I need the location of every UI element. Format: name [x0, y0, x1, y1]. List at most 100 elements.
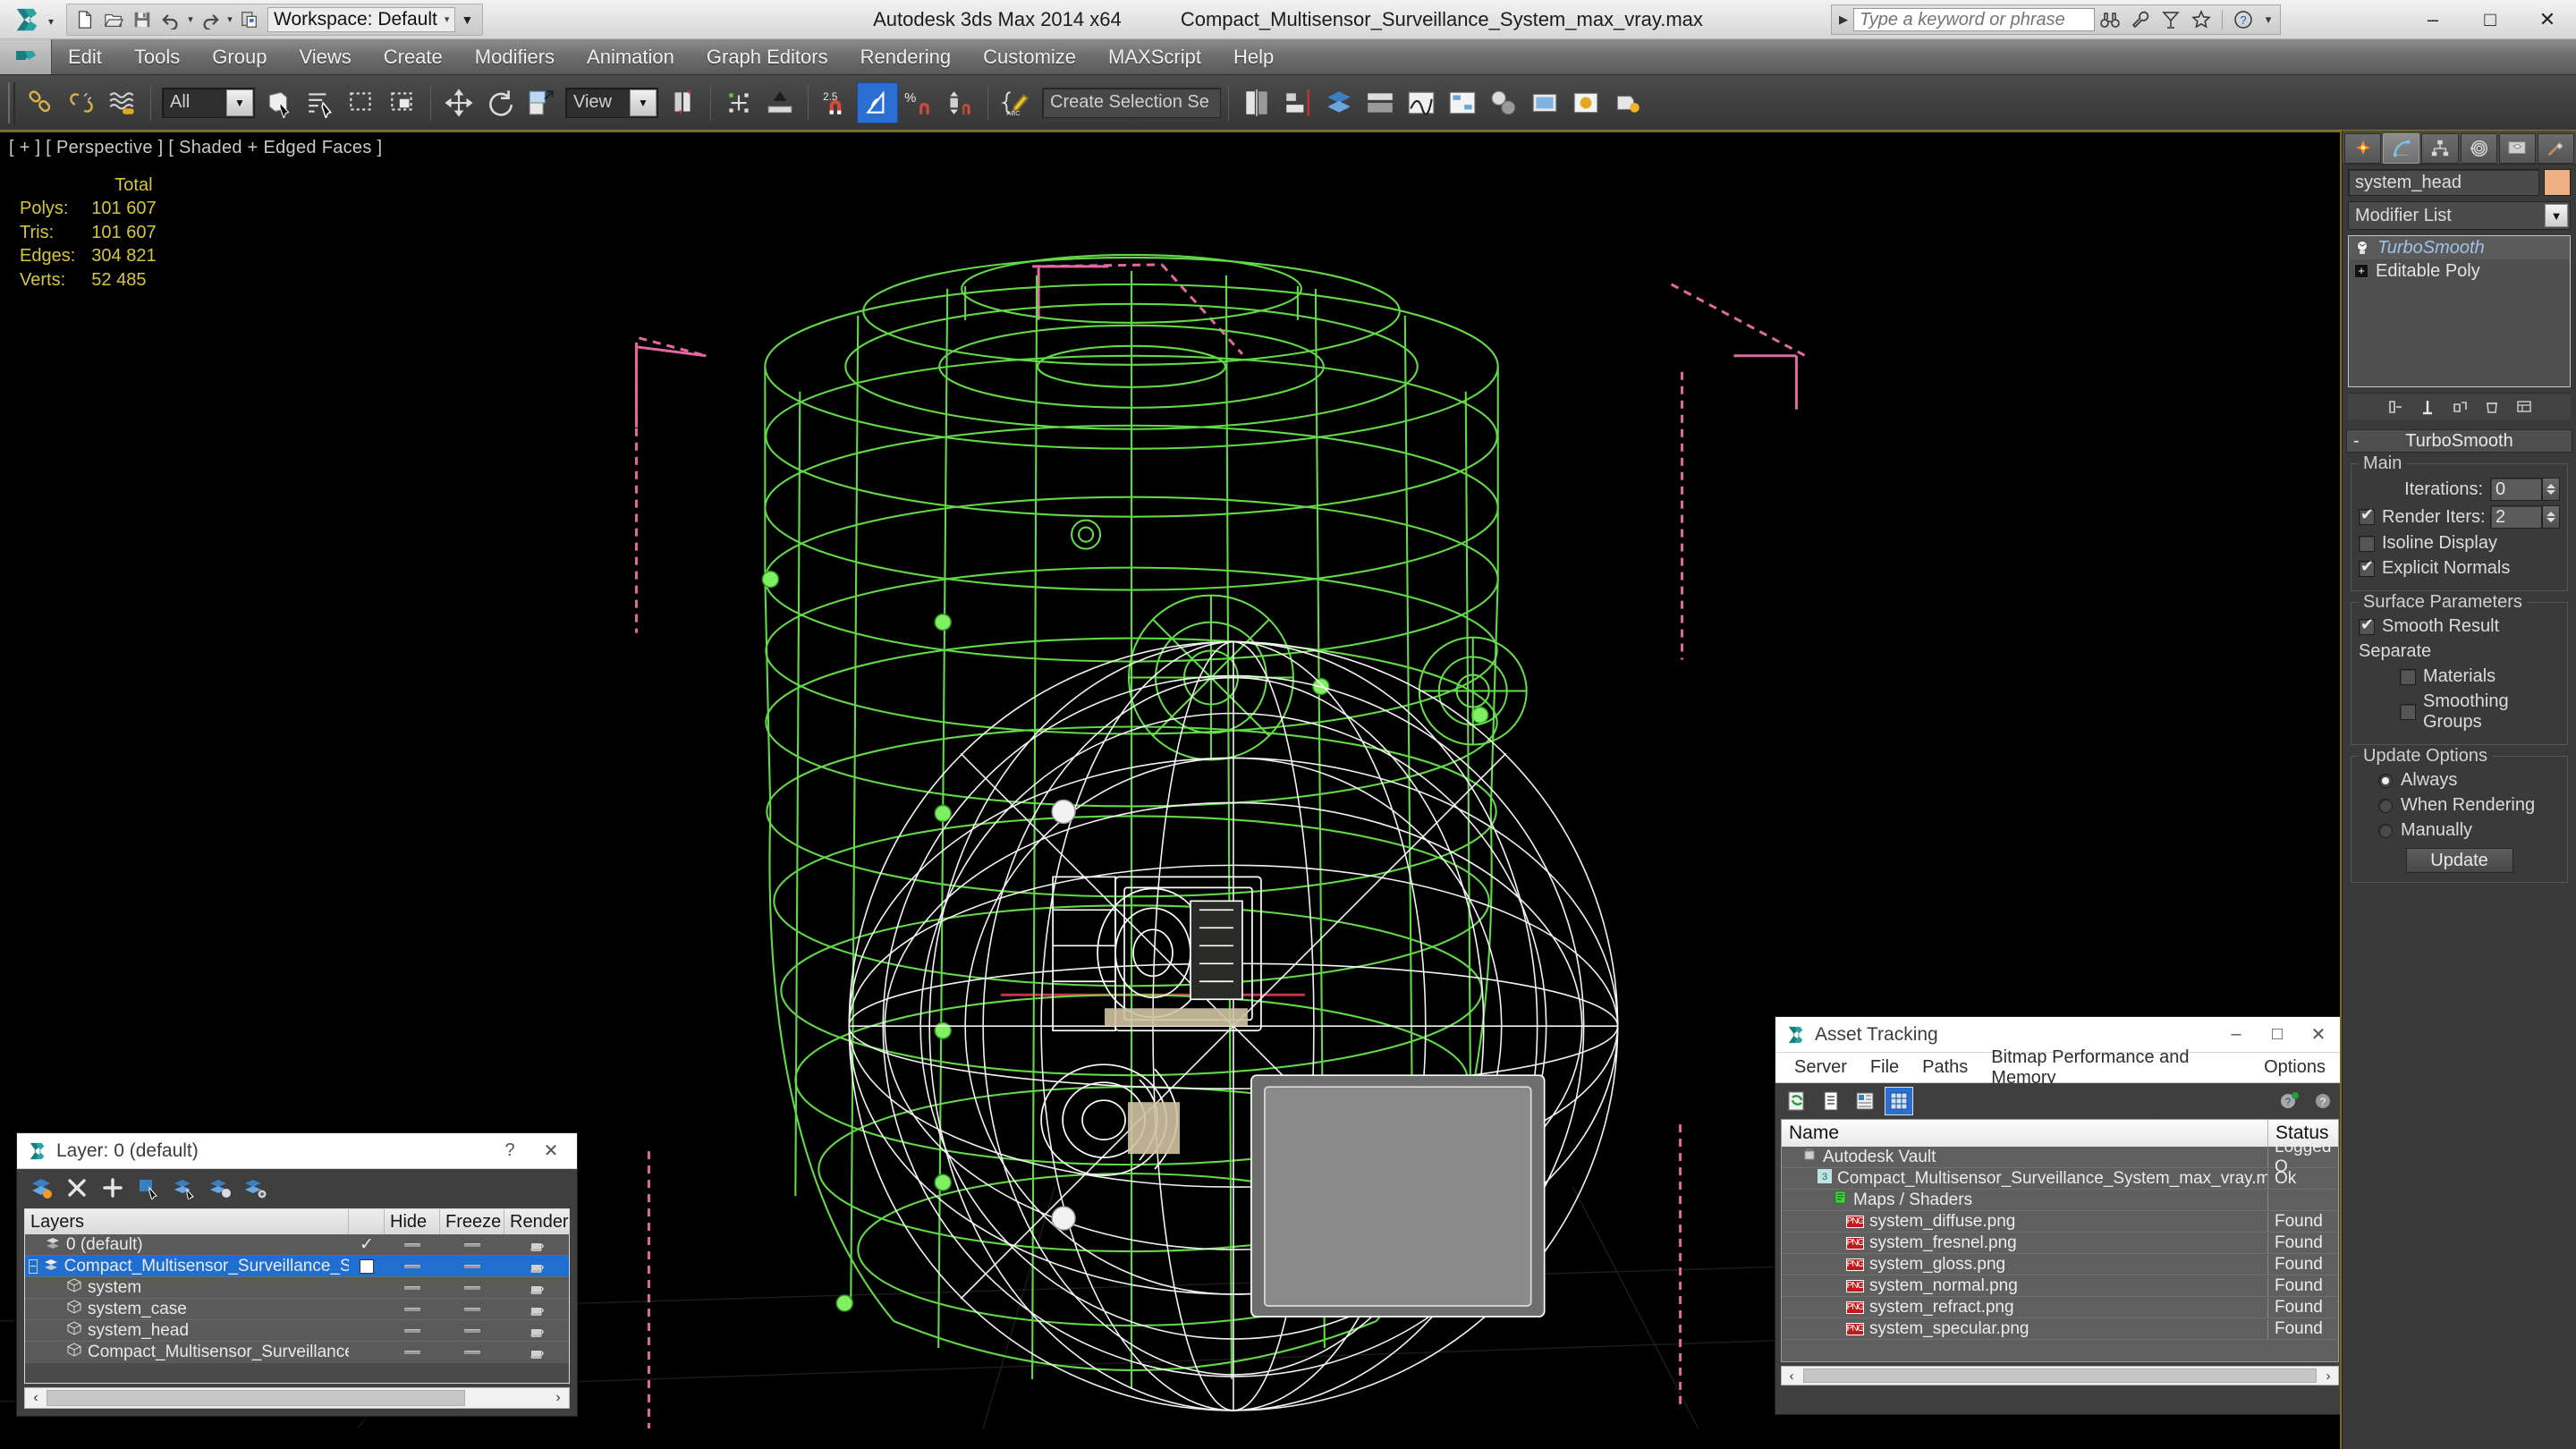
set-current-layer-icon[interactable]	[169, 1174, 199, 1202]
smoothing-groups-checkbox[interactable]	[2400, 704, 2416, 720]
favorites-star-icon[interactable]	[2186, 7, 2216, 32]
asset-tracking-maximize-button[interactable]: □	[2257, 1018, 2298, 1052]
layer-list-table[interactable]: Layers Hide Freeze Render 0 (default) ✓	[24, 1208, 570, 1384]
asset-tracking-close-button[interactable]: ✕	[2298, 1018, 2339, 1052]
asset-row[interactable]: PNG system_specular.png Found	[1782, 1318, 2338, 1340]
wrench-icon[interactable]	[2125, 7, 2156, 32]
use-pivot-point-center-icon[interactable]	[662, 82, 703, 123]
help-icon[interactable]: ?	[2228, 7, 2258, 32]
tab-hierarchy[interactable]	[2421, 132, 2459, 164]
always-row[interactable]: Always	[2359, 770, 2560, 791]
explicit-normals-row[interactable]: Explicit Normals	[2359, 557, 2560, 579]
isoline-display-row[interactable]: Isoline Display	[2359, 533, 2560, 554]
layer-render-toggle[interactable]	[504, 1302, 569, 1317]
configure-modifier-sets-icon[interactable]	[2511, 395, 2538, 419]
curve-editor-icon[interactable]	[1401, 82, 1442, 123]
asset-row[interactable]: PNG system_diffuse.png Found	[1782, 1211, 2338, 1233]
rendered-frame-window-icon[interactable]	[1565, 82, 1606, 123]
window-crossing-toggle-icon[interactable]	[382, 82, 423, 123]
asset-row[interactable]: 3 Compact_Multisensor_Surveillance_Syste…	[1782, 1168, 2338, 1190]
workspace-selector[interactable]: Workspace: Default ▾	[267, 6, 456, 32]
angle-snap-toggle-icon[interactable]	[857, 81, 898, 123]
layer-row[interactable]: Compact_Multisensor_Surveillance_System	[25, 1342, 569, 1363]
named-selection-sets-field[interactable]: Create Selection Se	[1042, 87, 1221, 118]
menu-item-customize[interactable]: Customize	[967, 39, 1092, 74]
layer-freeze-toggle[interactable]	[440, 1285, 504, 1290]
layer-scroll-thumb[interactable]	[47, 1390, 465, 1406]
layer-hide-toggle[interactable]	[385, 1264, 440, 1268]
smoothing-groups-row[interactable]: Smoothing Groups	[2359, 691, 2560, 733]
turbosmooth-rollout-header[interactable]: - TurboSmooth	[2346, 429, 2572, 453]
object-color-swatch[interactable]	[2544, 169, 2571, 196]
grid-view-icon[interactable]	[1885, 1087, 1913, 1115]
select-and-move-icon[interactable]	[438, 82, 479, 123]
toggle-ribbon-icon[interactable]	[1360, 82, 1401, 123]
list-view-icon[interactable]	[1817, 1087, 1845, 1115]
asset-menu-bitmap-performance[interactable]: Bitmap Performance and Memory	[1979, 1047, 2252, 1088]
materials-checkbox[interactable]	[2400, 668, 2416, 685]
layer-row[interactable]: − Compact_Multisensor_Surveillance_Syste…	[25, 1256, 569, 1277]
asset-scroll-right-icon[interactable]: ›	[2318, 1368, 2338, 1384]
help-query-icon[interactable]: ?	[2309, 1087, 2337, 1115]
smooth-result-row[interactable]: Smooth Result	[2359, 615, 2560, 637]
tab-create[interactable]	[2344, 132, 2382, 164]
select-object-icon[interactable]	[258, 82, 300, 123]
layer-row[interactable]: system	[25, 1277, 569, 1299]
object-name-field[interactable]: system_head	[2348, 169, 2539, 196]
rectangular-selection-region-icon[interactable]	[341, 82, 382, 123]
application-menu-button[interactable]	[0, 39, 52, 74]
explicit-normals-checkbox[interactable]	[2359, 557, 2375, 577]
menu-item-help[interactable]: Help	[1217, 39, 1290, 74]
perspective-viewport[interactable]: [ + ] [ Perspective ] [ Shaded + Edged F…	[0, 131, 2342, 1449]
layer-row[interactable]: system_head	[25, 1320, 569, 1342]
layer-render-toggle[interactable]	[504, 1259, 569, 1274]
edit-named-selection-sets-icon[interactable]: ABC	[996, 82, 1037, 123]
search-expand-icon[interactable]: ▶	[1834, 13, 1853, 27]
layer-freeze-toggle[interactable]	[440, 1264, 504, 1268]
asset-menu-server[interactable]: Server	[1783, 1055, 1859, 1081]
layer-current-check[interactable]: ✓	[349, 1234, 385, 1255]
layer-hide-toggle[interactable]	[385, 1307, 440, 1311]
selection-filter-caret-icon[interactable]: ▼	[226, 89, 253, 116]
spinner-snap-toggle-icon[interactable]	[939, 82, 980, 123]
select-objects-in-layer-icon[interactable]	[133, 1174, 164, 1202]
layer-row[interactable]: 0 (default) ✓	[25, 1234, 569, 1256]
align-icon[interactable]	[1277, 82, 1318, 123]
layer-properties-icon[interactable]	[205, 1174, 235, 1202]
asset-row[interactable]: PNG system_fresnel.png Found	[1782, 1233, 2338, 1254]
menu-item-tools[interactable]: Tools	[118, 39, 196, 74]
expand-plus-icon[interactable]: +	[2354, 264, 2368, 278]
smooth-result-checkbox[interactable]	[2359, 615, 2375, 635]
asset-tracking-window[interactable]: Asset Tracking – □ ✕ Server File Paths B…	[1775, 1016, 2340, 1415]
undo-caret-icon[interactable]: ▾	[185, 6, 196, 33]
app-menu-caret-icon[interactable]: ▾	[48, 12, 61, 28]
reference-coordinate-caret-icon[interactable]: ▼	[630, 89, 657, 116]
remove-modifier-icon[interactable]	[2479, 395, 2505, 419]
asset-menu-options[interactable]: Options	[2252, 1055, 2337, 1081]
asset-row[interactable]: PNG system_gloss.png Found	[1782, 1254, 2338, 1275]
iterations-value[interactable]: 0	[2490, 478, 2542, 501]
detail-view-icon[interactable]	[1851, 1087, 1879, 1115]
use-selection-center-icon[interactable]	[718, 82, 759, 123]
close-button[interactable]: ✕	[2519, 0, 2576, 39]
asset-menu-file[interactable]: File	[1859, 1055, 1911, 1081]
menu-item-create[interactable]: Create	[368, 39, 459, 74]
layer-dialog-help-button[interactable]: ?	[489, 1134, 530, 1168]
asset-row[interactable]: Maps / Shaders	[1782, 1190, 2338, 1211]
render-iters-checkbox[interactable]	[2359, 505, 2375, 525]
light-bulb-icon[interactable]	[2354, 240, 2370, 256]
tab-motion[interactable]	[2460, 132, 2497, 164]
app-logo-icon[interactable]	[5, 2, 48, 38]
when-rendering-row[interactable]: When Rendering	[2359, 795, 2560, 816]
asset-row[interactable]: Autodesk Vault Logged O	[1782, 1138, 2338, 1176]
search-input[interactable]	[1853, 8, 2095, 31]
layer-freeze-toggle[interactable]	[440, 1242, 504, 1247]
tab-utilities[interactable]	[2537, 132, 2575, 164]
isoline-display-checkbox[interactable]	[2359, 535, 2375, 552]
menu-item-animation[interactable]: Animation	[571, 39, 691, 74]
select-and-link-icon[interactable]	[20, 82, 61, 123]
mirror-tool-icon[interactable]	[1236, 82, 1277, 123]
layer-dialog-titlebar[interactable]: Layer: 0 (default) ? ✕	[17, 1133, 577, 1169]
layer-hide-toggle[interactable]	[385, 1242, 440, 1247]
always-radio[interactable]	[2378, 773, 2393, 788]
